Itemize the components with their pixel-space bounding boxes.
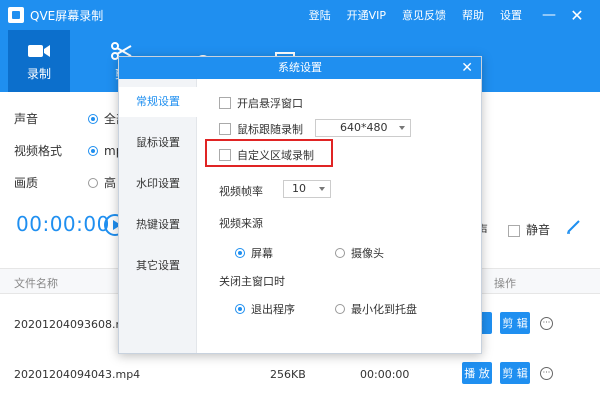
- close-exit-label: 退出程序: [251, 303, 295, 316]
- edit-button[interactable]: 剪 辑: [500, 312, 530, 334]
- quality-label: 画质: [14, 176, 39, 190]
- source-screen-label: 屏幕: [251, 247, 273, 260]
- nav-item-record[interactable]: 录制: [8, 30, 70, 92]
- floating-window-option[interactable]: 开启悬浮窗口: [219, 95, 303, 111]
- minimize-button[interactable]: —: [538, 0, 560, 30]
- close-minimize-option[interactable]: 最小化到托盘: [335, 301, 417, 317]
- file-name: 20201204094043.mp4: [14, 368, 141, 381]
- quality-radio[interactable]: [88, 177, 98, 188]
- highlight-box: [205, 139, 333, 167]
- sidebar-item-general[interactable]: 常规设置: [119, 87, 197, 117]
- file-name-header: 文件名称: [14, 277, 58, 290]
- close-minimize-radio[interactable]: [335, 304, 345, 314]
- nav-label-record: 录制: [26, 66, 51, 81]
- quality-value: 高: [104, 176, 117, 190]
- dialog-title: 系统设置: [278, 61, 322, 74]
- dialog-title-bar: 系统设置 ✕: [119, 57, 481, 79]
- source-camera-option[interactable]: 摄像头: [335, 245, 384, 261]
- on-close-label: 关闭主窗口时: [219, 275, 285, 288]
- file-size: 256KB: [270, 368, 306, 381]
- settings-link[interactable]: 设置: [500, 7, 522, 23]
- sidebar-item-other[interactable]: 其它设置: [119, 251, 197, 281]
- title-bar: QVE屏幕录制 登陆 开通VIP 意见反馈 帮助 设置 — ✕: [0, 0, 600, 30]
- general-settings-panel: 开启悬浮窗口 鼠标跟随录制 640*480 自定义区域录制 视频帧率 10 视频…: [199, 79, 481, 353]
- table-row: 20201204094043.mp4 256KB 00:00:00 播 放 剪 …: [0, 350, 600, 400]
- settings-dialog: 系统设置 ✕ 常规设置 鼠标设置 水印设置 热键设置 其它设置 开启悬浮窗口 鼠…: [118, 56, 482, 354]
- format-label: 视频格式: [14, 144, 63, 158]
- mouse-follow-option[interactable]: 鼠标跟随录制: [219, 121, 303, 137]
- sidebar-item-mouse[interactable]: 鼠标设置: [119, 128, 197, 158]
- sidebar-item-watermark[interactable]: 水印设置: [119, 169, 197, 199]
- source-screen-radio[interactable]: [235, 248, 245, 258]
- resolution-value: 640*480: [340, 121, 388, 134]
- floating-window-checkbox[interactable]: [219, 97, 231, 109]
- video-camera-icon: [28, 44, 50, 57]
- framerate-select[interactable]: 10: [283, 180, 331, 198]
- source-label: 视频来源: [219, 217, 263, 230]
- format-radio[interactable]: [88, 145, 98, 156]
- framerate-label: 视频帧率: [219, 185, 263, 198]
- floating-window-label: 开启悬浮窗口: [237, 97, 303, 110]
- app-logo-icon: [8, 7, 24, 23]
- chevron-down-icon: [319, 187, 325, 191]
- format-row: 视频格式 mp4: [14, 142, 131, 159]
- source-screen-option[interactable]: 屏幕: [235, 245, 273, 261]
- pen-icon[interactable]: [566, 218, 582, 234]
- close-minimize-label: 最小化到托盘: [351, 303, 417, 316]
- help-link[interactable]: 帮助: [462, 7, 484, 23]
- audio-radio[interactable]: [88, 113, 98, 124]
- quality-row: 画质 高: [14, 174, 116, 191]
- record-timer: 00:00:00: [16, 212, 110, 236]
- login-link[interactable]: 登陆: [309, 7, 331, 23]
- operation-header: 操作: [494, 277, 516, 290]
- close-button[interactable]: ✕: [566, 0, 588, 30]
- more-icon[interactable]: ···: [540, 317, 553, 330]
- mouse-follow-label: 鼠标跟随录制: [237, 123, 303, 136]
- source-camera-radio[interactable]: [335, 248, 345, 258]
- close-exit-option[interactable]: 退出程序: [235, 301, 295, 317]
- mute-option[interactable]: 静音: [508, 221, 550, 238]
- framerate-value: 10: [292, 182, 306, 195]
- play-button[interactable]: 播 放: [462, 362, 492, 384]
- feedback-link[interactable]: 意见反馈: [402, 7, 446, 23]
- dialog-sidebar: 常规设置 鼠标设置 水印设置 热键设置 其它设置: [119, 79, 197, 353]
- mute-label: 静音: [526, 223, 551, 237]
- source-camera-label: 摄像头: [351, 247, 384, 260]
- sidebar-item-hotkey[interactable]: 热键设置: [119, 210, 197, 240]
- more-icon[interactable]: ···: [540, 367, 553, 380]
- mouse-follow-checkbox[interactable]: [219, 123, 231, 135]
- chevron-down-icon: [399, 126, 405, 130]
- close-exit-radio[interactable]: [235, 304, 245, 314]
- app-title: QVE屏幕录制: [30, 8, 104, 23]
- edit-button[interactable]: 剪 辑: [500, 362, 530, 384]
- title-links: 登陆 开通VIP 意见反馈 帮助 设置: [309, 0, 522, 30]
- resolution-select[interactable]: 640*480: [315, 119, 411, 137]
- vip-link[interactable]: 开通VIP: [347, 7, 386, 23]
- file-duration: 00:00:00: [360, 368, 410, 381]
- mute-checkbox[interactable]: [508, 224, 520, 237]
- dialog-close-icon[interactable]: ✕: [461, 57, 473, 79]
- audio-row: 声音 全部: [14, 110, 128, 127]
- audio-label: 声音: [14, 112, 39, 126]
